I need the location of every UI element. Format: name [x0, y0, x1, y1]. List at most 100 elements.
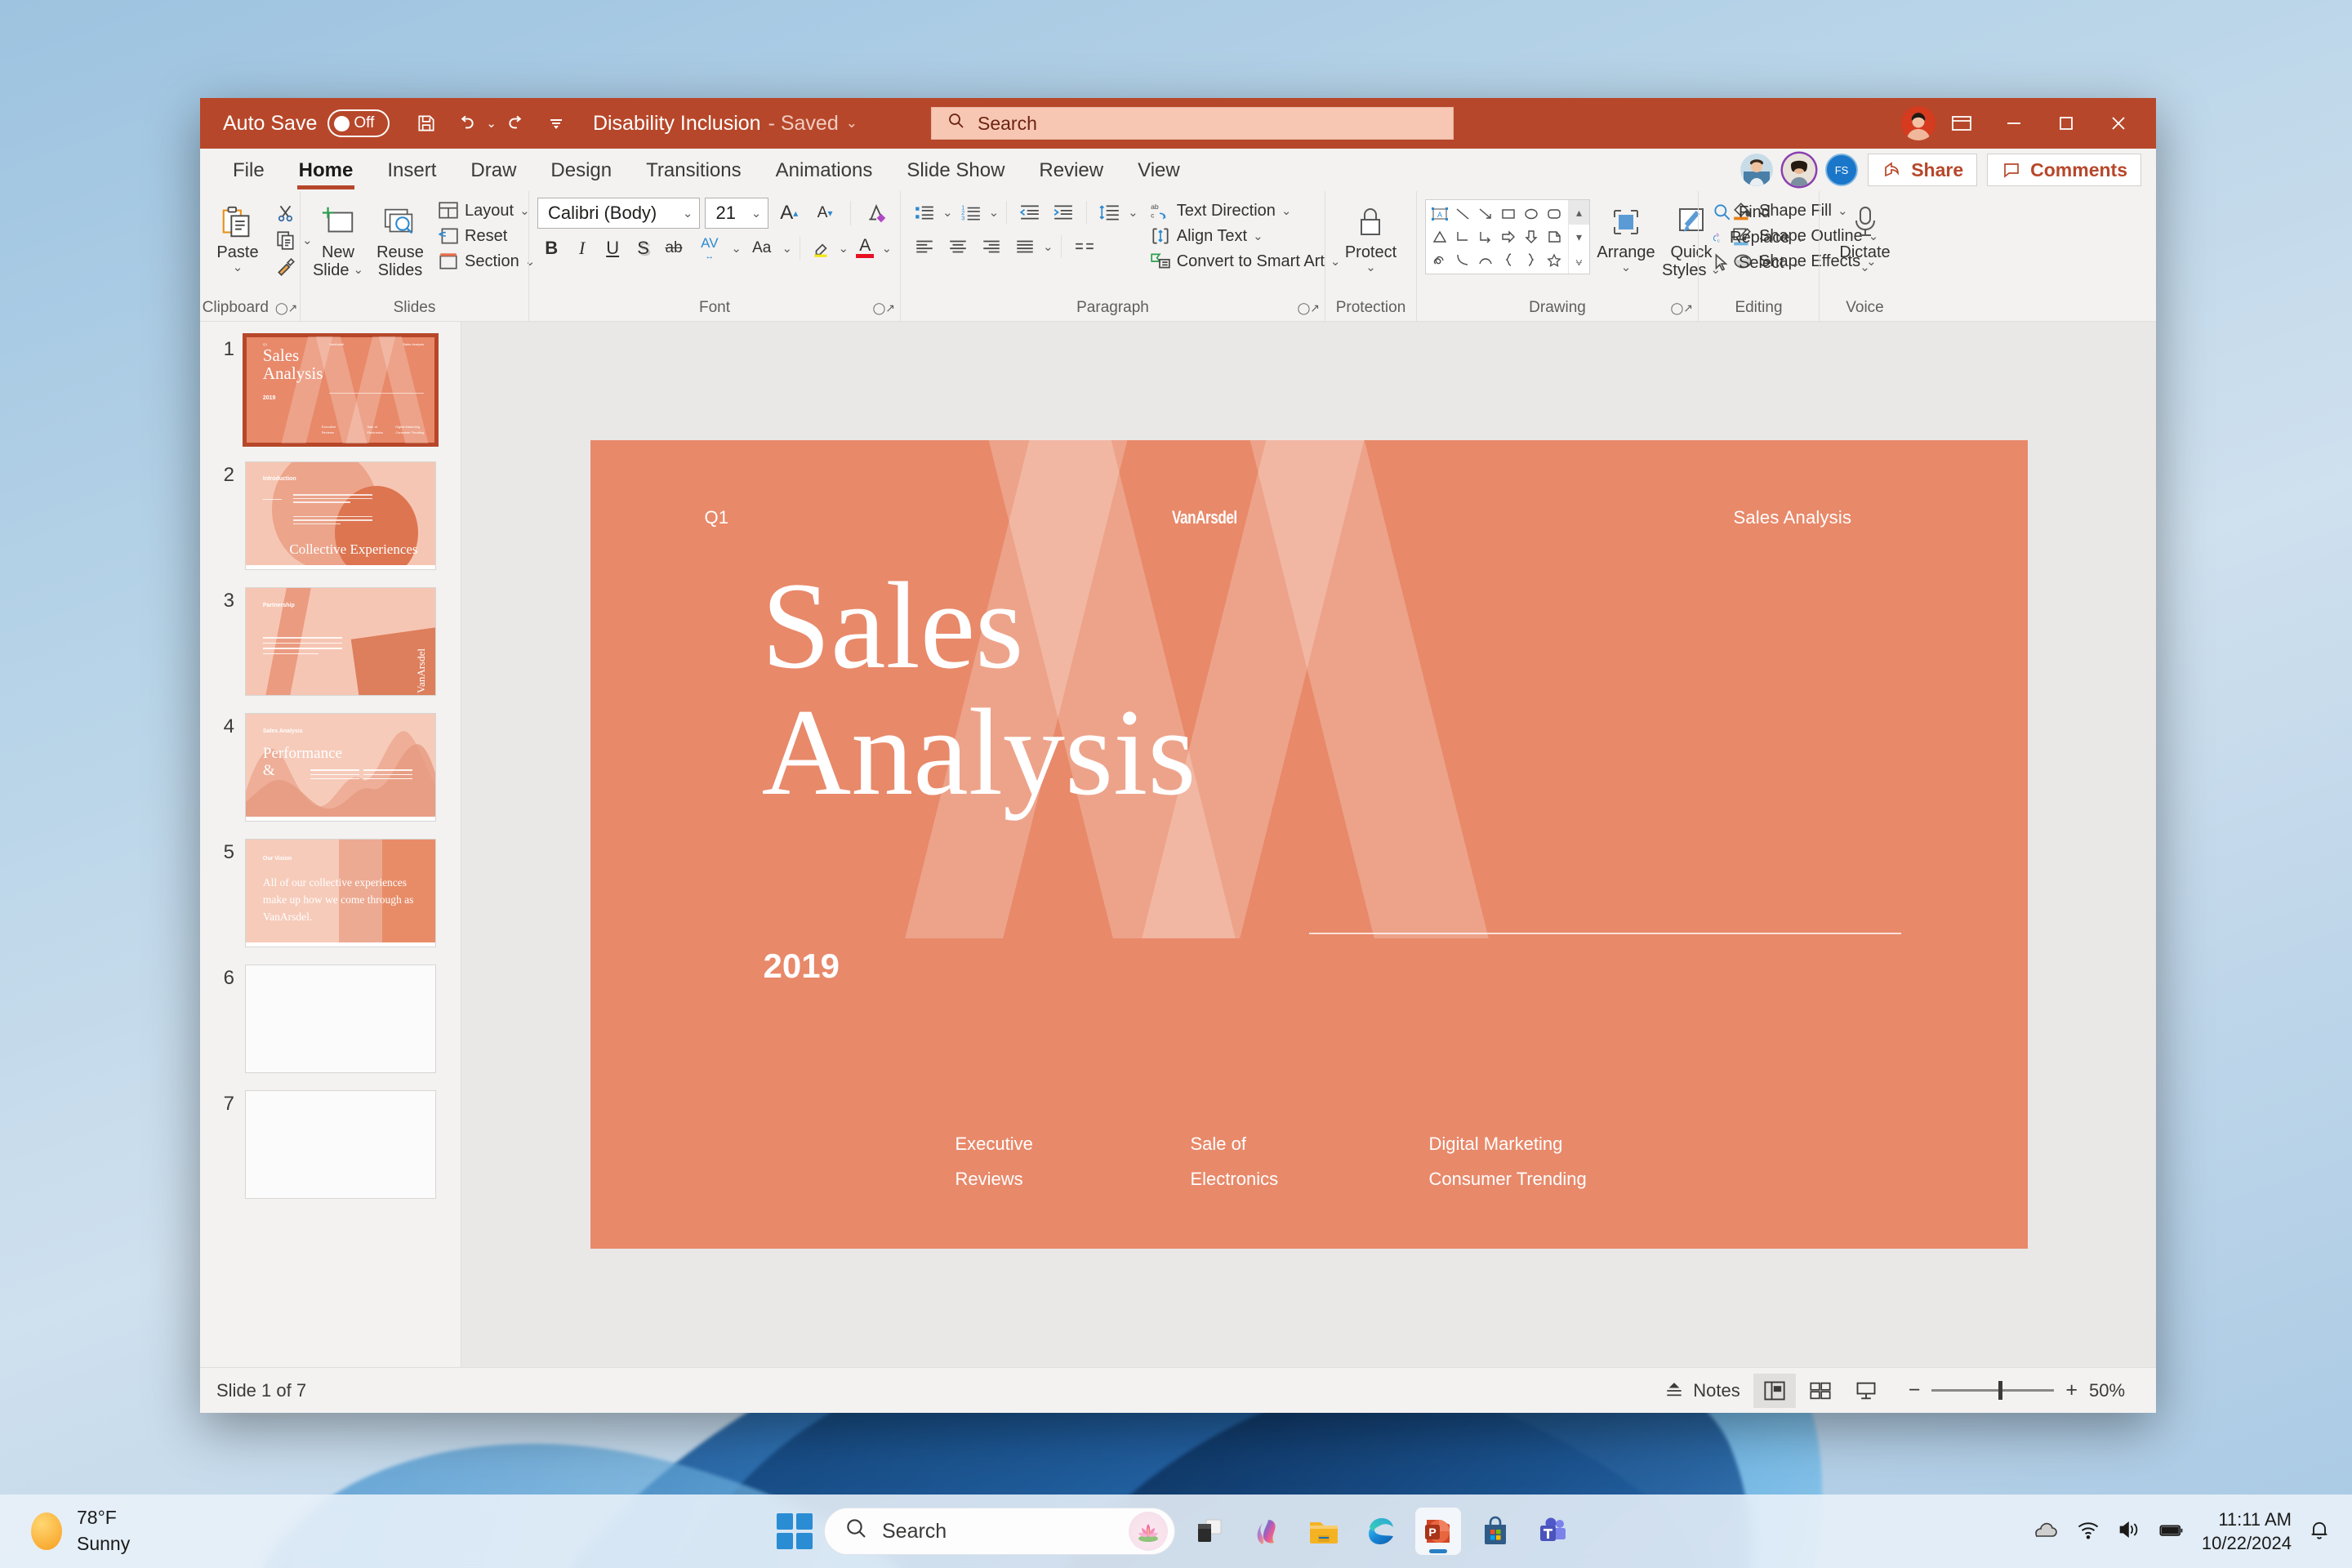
- increase-font-size-button[interactable]: A ▴: [773, 198, 804, 228]
- tab-view[interactable]: View: [1123, 154, 1195, 191]
- align-text-button[interactable]: Align Text ⌄: [1145, 225, 1346, 247]
- font-name-chevron-down-icon[interactable]: ⌄: [683, 206, 693, 220]
- italic-button[interactable]: I: [568, 234, 595, 263]
- character-spacing-chevron-down-icon[interactable]: ⌄: [731, 241, 742, 256]
- arc-shape[interactable]: [1474, 248, 1497, 271]
- protect-chevron-down-icon[interactable]: ⌄: [1365, 261, 1376, 275]
- normal-view-button[interactable]: [1753, 1373, 1796, 1408]
- bold-button[interactable]: B: [537, 234, 565, 263]
- character-spacing-button[interactable]: AV ↔: [690, 234, 728, 263]
- shapes-more-button[interactable]: ⩝: [1569, 249, 1589, 274]
- slide-thumbnail-4[interactable]: Sales Analysis Performance &: [246, 714, 435, 821]
- redo-icon[interactable]: [498, 105, 536, 142]
- slide-sorter-button[interactable]: [1799, 1374, 1842, 1408]
- slide-thumbnail-1[interactable]: Sales Analysis 2019 Q1 VanArsdel Sales A…: [243, 333, 439, 447]
- thumbnail-row[interactable]: 2 Introduction Collective Experiences: [200, 462, 461, 569]
- triangle-shape[interactable]: [1428, 225, 1451, 248]
- microsoft-store-icon[interactable]: [1472, 1508, 1518, 1555]
- weather-widget[interactable]: 78°F Sunny: [0, 1505, 130, 1557]
- notes-button[interactable]: Notes: [1654, 1374, 1749, 1408]
- thumbnail-row[interactable]: 7: [200, 1091, 461, 1198]
- notification-bell-icon[interactable]: [2308, 1518, 2331, 1545]
- align-text-chevron-down-icon[interactable]: ⌄: [1253, 229, 1263, 243]
- decrease-font-size-button[interactable]: A ▾: [809, 198, 840, 228]
- autosave-switch[interactable]: Off: [327, 109, 390, 137]
- account-avatar[interactable]: [1901, 106, 1936, 140]
- powerpoint-icon[interactable]: P: [1415, 1508, 1461, 1555]
- change-case-button[interactable]: Aa: [744, 234, 780, 263]
- increase-indent-icon[interactable]: [1048, 198, 1079, 227]
- thumbnail-row[interactable]: 3 Partnership VanArsdel: [200, 588, 461, 695]
- clear-formatting-icon[interactable]: [861, 198, 892, 228]
- minimize-button[interactable]: [1988, 98, 2040, 149]
- new-slide-chevron-down-icon[interactable]: ⌄: [353, 263, 363, 278]
- collaborator-avatar-initials[interactable]: FS: [1825, 154, 1859, 186]
- strikethrough-button[interactable]: ab: [660, 234, 688, 263]
- slide-year[interactable]: 2019: [764, 947, 840, 986]
- font-color-icon[interactable]: A: [851, 234, 879, 263]
- undo-icon[interactable]: [447, 105, 484, 142]
- thumbnail-row[interactable]: 4 Sales Analysis Performance &: [200, 714, 461, 821]
- reuse-slides-button[interactable]: Reuse Slides: [371, 198, 430, 283]
- slide-title[interactable]: Sales Analysis: [762, 562, 1196, 816]
- star-shape[interactable]: [1543, 248, 1566, 271]
- decrease-indent-icon[interactable]: [1014, 198, 1045, 227]
- highlight-chevron-down-icon[interactable]: ⌄: [838, 241, 849, 256]
- justify-icon[interactable]: [1009, 232, 1040, 261]
- down-arrow-shape[interactable]: [1520, 225, 1543, 248]
- right-arrow-shape[interactable]: [1497, 225, 1520, 248]
- slide-thumbnail-panel[interactable]: 1 Sales Analysis 2019 Q1 VanArsdel Sales…: [200, 322, 461, 1367]
- tab-review[interactable]: Review: [1024, 154, 1118, 191]
- save-icon[interactable]: [408, 105, 445, 142]
- slide-thumbnail-7[interactable]: [246, 1091, 435, 1198]
- zoom-level[interactable]: 50%: [2089, 1380, 2140, 1401]
- justify-chevron-down-icon[interactable]: ⌄: [1043, 239, 1054, 254]
- task-view-icon[interactable]: [1187, 1508, 1232, 1555]
- bullets-icon[interactable]: [909, 198, 940, 227]
- maximize-button[interactable]: [2040, 98, 2092, 149]
- document-chevron-down-icon[interactable]: ⌄: [846, 115, 858, 131]
- convert-to-smartart-button[interactable]: Convert to Smart Art ⌄: [1145, 250, 1346, 273]
- new-slide-button[interactable]: New Slide ⌄: [309, 198, 368, 283]
- columns-icon[interactable]: [1069, 232, 1100, 261]
- text-highlight-icon[interactable]: [808, 234, 835, 263]
- elbow-arrow-shape[interactable]: [1474, 225, 1497, 248]
- select-button[interactable]: Select ⌄: [1707, 252, 1811, 274]
- oval-shape[interactable]: [1520, 203, 1543, 225]
- tab-design[interactable]: Design: [536, 154, 626, 191]
- arrow-shape[interactable]: [1474, 203, 1497, 225]
- collaborator-avatar-1[interactable]: [1740, 154, 1774, 186]
- slide-thumbnail-6[interactable]: [246, 965, 435, 1072]
- curve-shape[interactable]: [1451, 248, 1474, 271]
- protect-button[interactable]: Protect ⌄: [1340, 198, 1401, 278]
- reading-view-button[interactable]: [1845, 1374, 1887, 1408]
- tab-transitions[interactable]: Transitions: [631, 154, 755, 191]
- slide-counter[interactable]: Slide 1 of 7: [216, 1380, 306, 1401]
- slide-thumbnail-5[interactable]: Our Vision All of our collective experie…: [246, 840, 435, 947]
- replace-button[interactable]: bc Replace ⌄: [1707, 226, 1811, 249]
- text-direction-chevron-down-icon[interactable]: ⌄: [1281, 203, 1292, 218]
- layout-button[interactable]: Layout ⌄: [433, 199, 540, 222]
- shapes-scroll-down-button[interactable]: ▾: [1569, 225, 1589, 249]
- pentagon-shape[interactable]: [1543, 225, 1566, 248]
- tab-draw[interactable]: Draw: [456, 154, 531, 191]
- zoom-out-button[interactable]: −: [1909, 1379, 1921, 1402]
- share-button[interactable]: Share: [1868, 154, 1978, 186]
- copilot-icon[interactable]: [1244, 1508, 1290, 1555]
- font-size-combobox[interactable]: 21 ⌄: [705, 198, 769, 229]
- slide-thumbnail-3[interactable]: Partnership VanArsdel: [246, 588, 435, 695]
- tab-home[interactable]: Home: [284, 154, 368, 191]
- right-brace-shape[interactable]: [1520, 248, 1543, 271]
- line-shape[interactable]: [1451, 203, 1474, 225]
- find-button[interactable]: Find: [1707, 201, 1811, 224]
- dictate-chevron-down-icon[interactable]: ⌄: [1860, 261, 1870, 275]
- rounded-rectangle-shape[interactable]: [1543, 203, 1566, 225]
- volume-icon[interactable]: [2117, 1519, 2141, 1544]
- shapes-gallery[interactable]: A ▴ ▾ ⩝: [1425, 199, 1590, 274]
- lotus-icon[interactable]: [1129, 1512, 1168, 1551]
- numbering-chevron-down-icon[interactable]: ⌄: [989, 205, 1000, 220]
- comments-button[interactable]: Comments: [1987, 154, 2141, 186]
- autosave-toggle[interactable]: Auto Save Off: [223, 109, 390, 137]
- bullets-chevron-down-icon[interactable]: ⌄: [942, 205, 953, 220]
- elbow-connector-shape[interactable]: [1451, 225, 1474, 248]
